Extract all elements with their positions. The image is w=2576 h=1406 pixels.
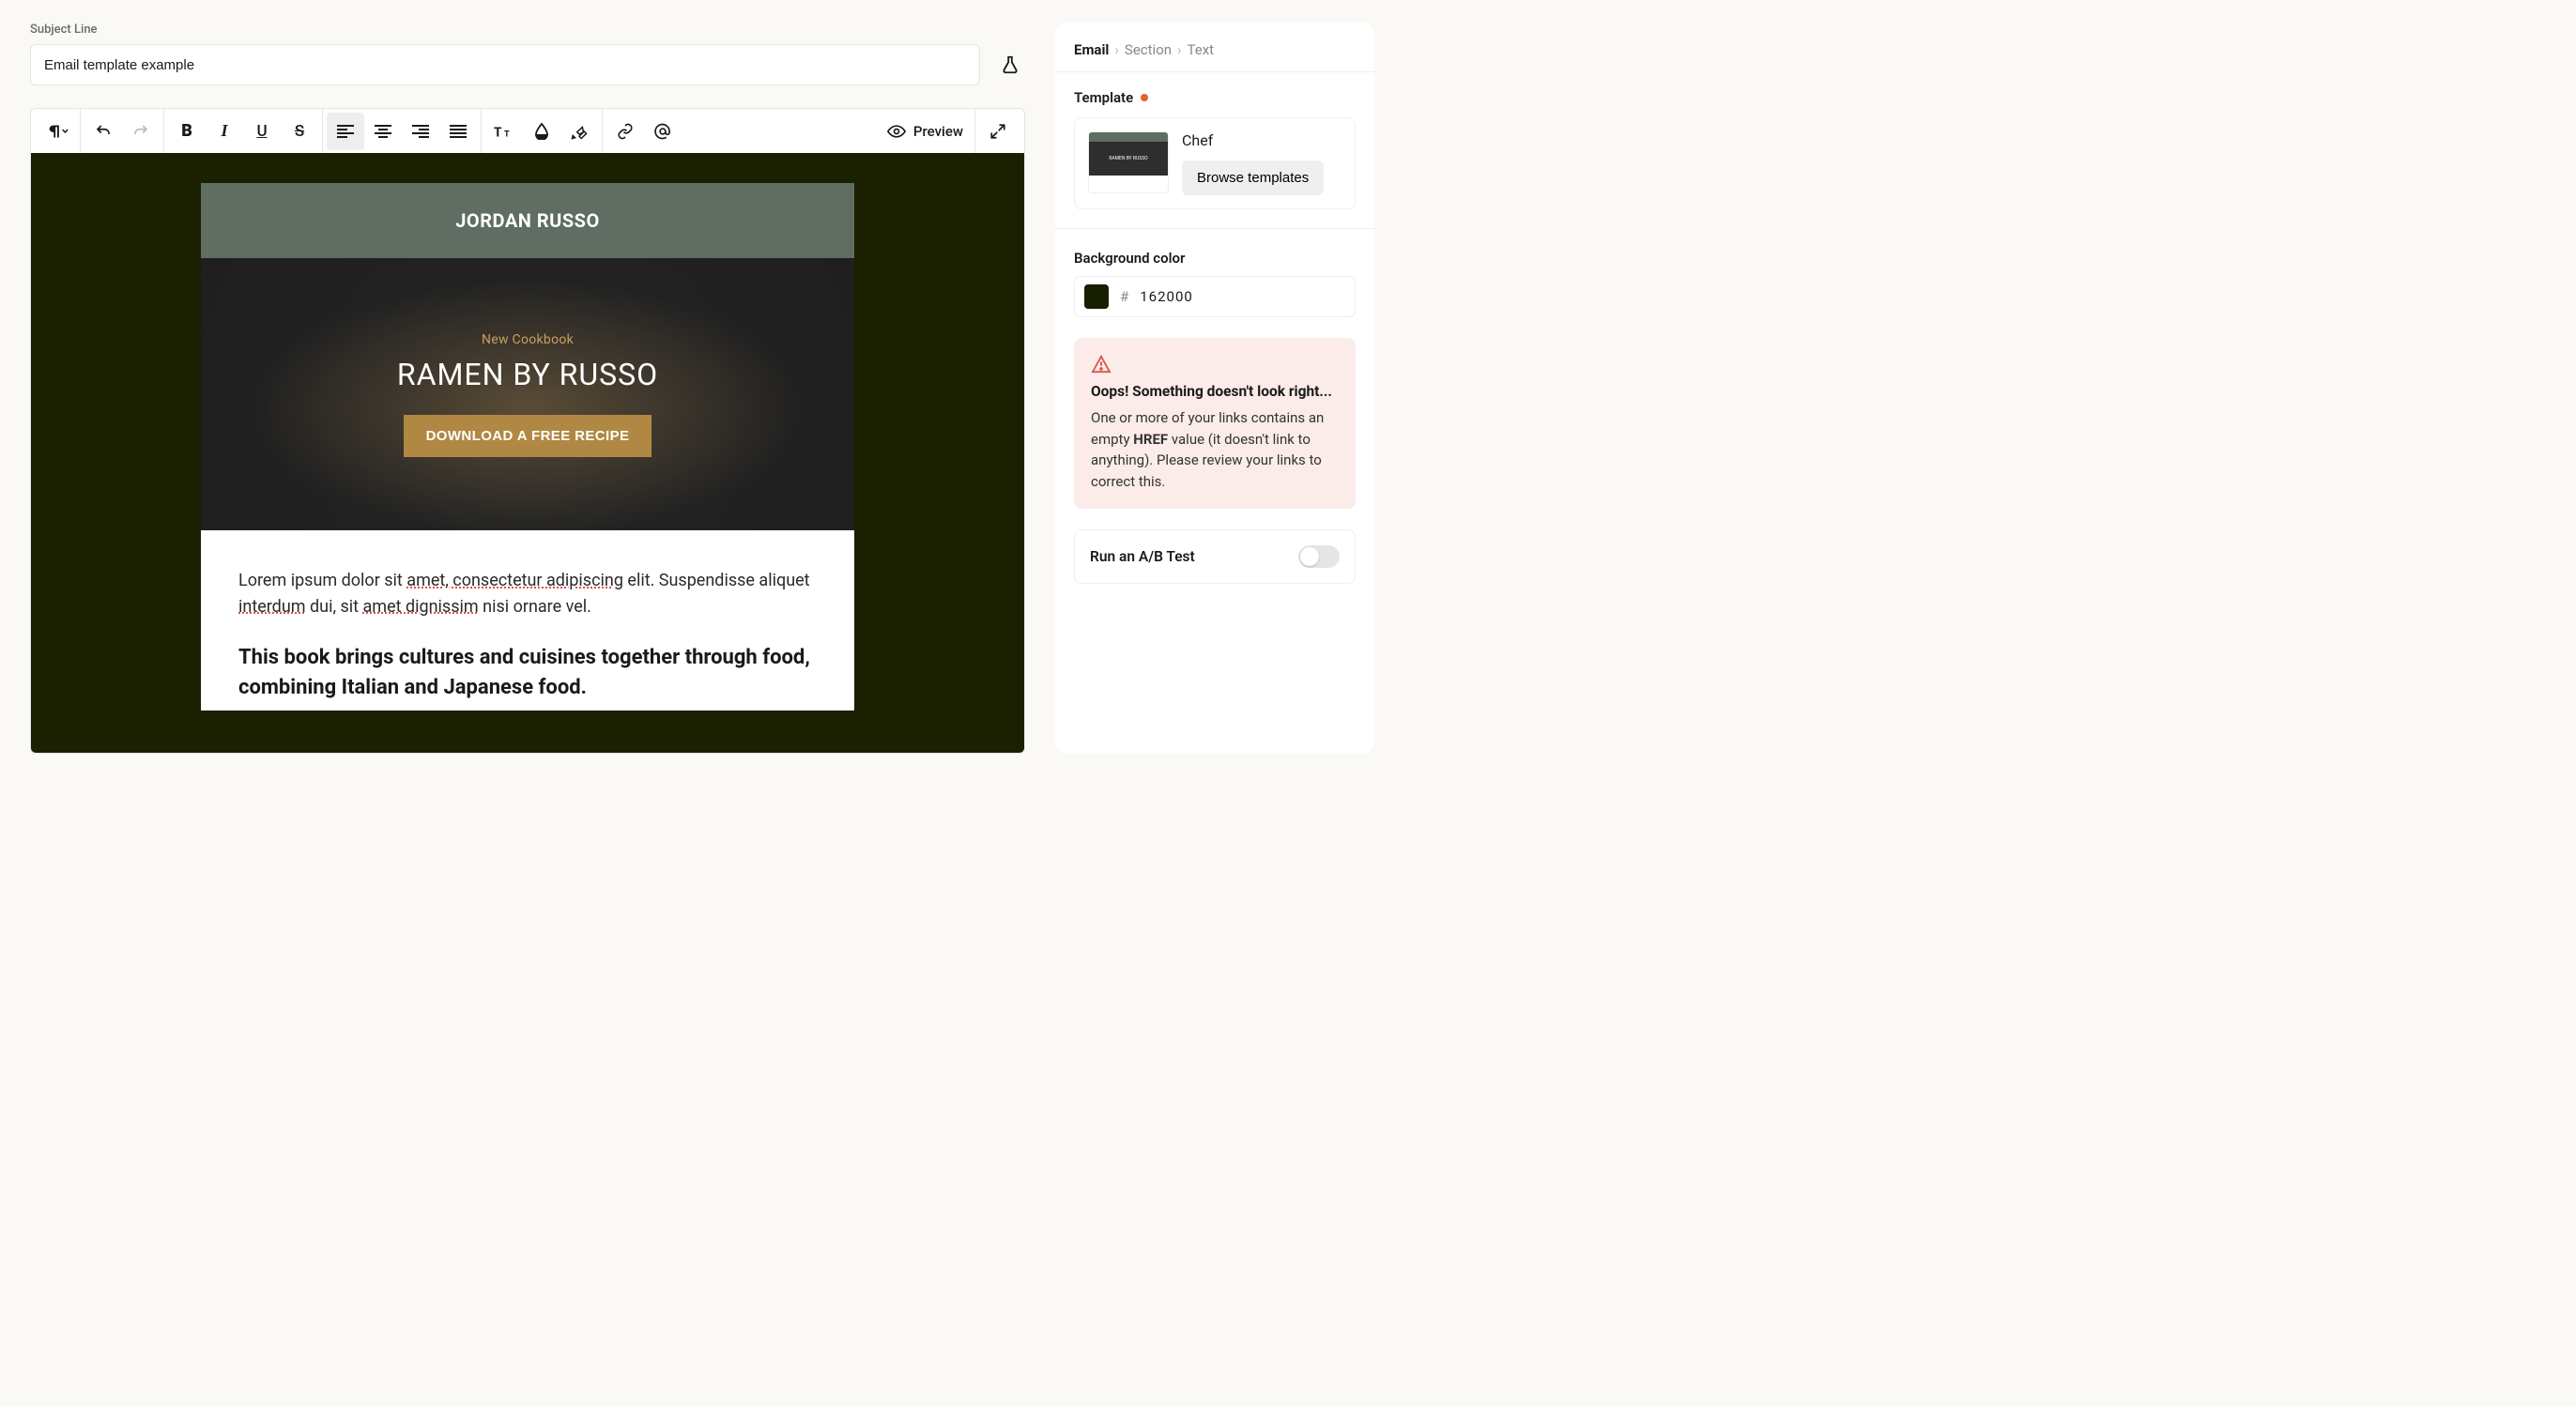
align-justify-button[interactable] bbox=[439, 113, 477, 150]
redo-button[interactable] bbox=[122, 113, 160, 150]
align-right-icon bbox=[412, 125, 429, 138]
alert-title: Oops! Something doesn't look right... bbox=[1091, 383, 1339, 400]
text-size-icon: TT bbox=[494, 124, 514, 139]
bold-button[interactable]: B bbox=[168, 113, 206, 150]
highlighter-icon bbox=[571, 123, 588, 140]
strikethrough-button[interactable]: S bbox=[281, 113, 318, 150]
link-button[interactable] bbox=[606, 113, 644, 150]
italic-icon: I bbox=[221, 121, 227, 141]
email-canvas[interactable]: JORDAN RUSSO New Cookbook RAMEN BY RUSSO… bbox=[30, 153, 1025, 754]
flask-icon bbox=[1000, 54, 1020, 75]
undo-button[interactable] bbox=[84, 113, 122, 150]
hero-eyebrow: New Cookbook bbox=[482, 332, 574, 347]
preview-button[interactable]: Preview bbox=[880, 123, 971, 140]
alert-text: One or more of your links contains an em… bbox=[1091, 407, 1339, 492]
redo-icon bbox=[132, 123, 149, 140]
ab-test-toggle[interactable] bbox=[1298, 545, 1340, 568]
color-swatch[interactable] bbox=[1084, 284, 1109, 309]
email-bold-paragraph: This book brings cultures and cuisines t… bbox=[238, 643, 817, 703]
align-center-icon bbox=[375, 125, 391, 138]
warning-icon bbox=[1091, 355, 1339, 374]
crumb-section[interactable]: Section bbox=[1125, 41, 1172, 58]
expand-icon bbox=[989, 123, 1006, 140]
droplet-icon bbox=[534, 123, 549, 140]
background-color-input[interactable]: # 162000 bbox=[1074, 276, 1356, 317]
italic-button[interactable]: I bbox=[206, 113, 243, 150]
eye-icon bbox=[887, 124, 906, 139]
svg-text:T: T bbox=[504, 130, 510, 139]
undo-icon bbox=[95, 123, 112, 140]
paragraph-style-dropdown[interactable] bbox=[38, 113, 76, 150]
align-left-button[interactable] bbox=[327, 113, 364, 150]
email-paragraph: Lorem ipsum dolor sit amet, consectetur … bbox=[238, 568, 817, 620]
color-hex-value: 162000 bbox=[1140, 288, 1193, 305]
template-indicator-dot bbox=[1141, 94, 1148, 101]
background-color-label: Background color bbox=[1074, 250, 1356, 267]
mention-button[interactable] bbox=[644, 113, 682, 150]
highlight-button[interactable] bbox=[560, 113, 598, 150]
ab-test-icon-button[interactable] bbox=[995, 50, 1025, 80]
hero-title: RAMEN BY RUSSO bbox=[397, 357, 658, 392]
fullscreen-button[interactable] bbox=[979, 113, 1017, 150]
browse-templates-button[interactable]: Browse templates bbox=[1182, 160, 1324, 195]
breadcrumb: Email › Section › Text bbox=[1074, 41, 1356, 71]
align-left-icon bbox=[337, 125, 354, 138]
template-thumbnail[interactable]: RAMEN BY RUSSO bbox=[1088, 131, 1169, 193]
email-hero: New Cookbook RAMEN BY RUSSO DOWNLOAD A F… bbox=[201, 258, 854, 530]
alert-box: Oops! Something doesn't look right... On… bbox=[1074, 338, 1356, 509]
text-color-button[interactable] bbox=[523, 113, 560, 150]
subject-line-input[interactable] bbox=[30, 44, 980, 85]
hero-cta-button[interactable]: DOWNLOAD A FREE RECIPE bbox=[404, 415, 652, 457]
strikethrough-icon: S bbox=[295, 122, 304, 141]
underline-icon: U bbox=[256, 122, 267, 141]
chevron-right-icon: › bbox=[1114, 41, 1119, 58]
chevron-right-icon: › bbox=[1177, 41, 1182, 58]
preview-label: Preview bbox=[913, 123, 963, 140]
subject-line-label: Subject Line bbox=[30, 23, 1025, 37]
align-right-button[interactable] bbox=[402, 113, 439, 150]
template-card: RAMEN BY RUSSO Chef Browse templates bbox=[1074, 117, 1356, 209]
crumb-email[interactable]: Email bbox=[1074, 41, 1109, 58]
svg-text:T: T bbox=[494, 125, 502, 139]
editor-toolbar: B I U S bbox=[30, 108, 1025, 153]
align-justify-icon bbox=[450, 125, 467, 138]
crumb-text[interactable]: Text bbox=[1188, 41, 1215, 58]
bold-icon: B bbox=[181, 121, 192, 141]
template-section-label: Template bbox=[1074, 89, 1356, 106]
link-icon bbox=[616, 123, 635, 140]
email-header-name: JORDAN RUSSO bbox=[201, 183, 854, 258]
align-center-button[interactable] bbox=[364, 113, 402, 150]
underline-button[interactable]: U bbox=[243, 113, 281, 150]
sidebar-panel: Email › Section › Text Template RAMEN BY… bbox=[1055, 23, 1374, 754]
ab-test-label: Run an A/B Test bbox=[1090, 548, 1195, 565]
color-hash: # bbox=[1120, 288, 1128, 305]
email-content: JORDAN RUSSO New Cookbook RAMEN BY RUSSO… bbox=[201, 183, 854, 711]
text-size-button[interactable]: TT bbox=[485, 113, 523, 150]
ab-test-row: Run an A/B Test bbox=[1074, 529, 1356, 584]
at-icon bbox=[653, 122, 672, 141]
template-name: Chef bbox=[1182, 131, 1342, 149]
toggle-knob bbox=[1300, 547, 1319, 566]
